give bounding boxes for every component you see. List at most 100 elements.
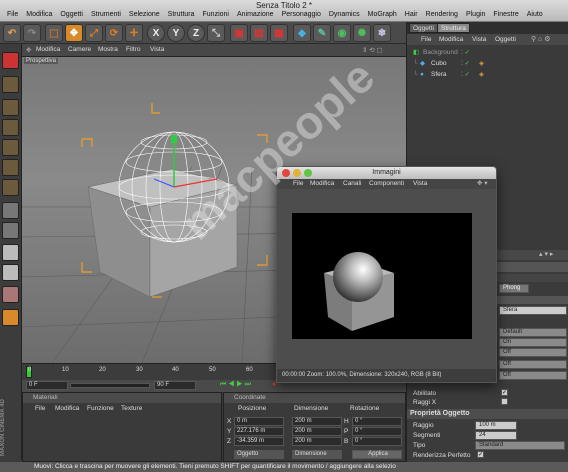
size-x-field[interactable]: 200 m — [292, 417, 342, 426]
rotation-b-field[interactable]: 0 ° — [352, 437, 402, 446]
zoom-icon[interactable] — [304, 169, 312, 177]
segments-field[interactable]: 24 — [475, 431, 517, 440]
checker-alt-icon[interactable] — [2, 264, 19, 281]
render-view-icon[interactable]: ▣ — [230, 24, 248, 42]
visibility-dots-icon[interactable]: ⁚ ✓ — [461, 48, 470, 58]
array-icon[interactable]: ✺ — [353, 24, 371, 42]
object-name-field[interactable]: Sfera — [499, 306, 567, 315]
viewport-menu-filtro[interactable]: Filtro — [126, 46, 140, 53]
size-y-field[interactable]: 200 m — [292, 427, 342, 436]
menu-file[interactable]: File — [4, 11, 23, 18]
menu-animazione[interactable]: Animazione — [234, 11, 279, 18]
menu-struttura[interactable]: Struttura — [165, 11, 200, 18]
tab-phong[interactable]: Phong — [499, 284, 529, 293]
material-tag-icon[interactable]: ◈ — [479, 59, 484, 69]
snap-icon[interactable] — [2, 286, 19, 303]
menu-strumenti[interactable]: Strumenti — [88, 11, 126, 18]
viewport-menu-camere[interactable]: Camere — [68, 46, 91, 53]
rotate-tool-icon[interactable]: ⟳ — [105, 24, 123, 42]
tweak-mode-icon[interactable] — [2, 222, 19, 239]
points-mode-icon[interactable] — [2, 139, 19, 156]
pv-menu-canali[interactable]: Canali — [343, 179, 361, 189]
search-icon[interactable]: ⚲ ⌂ ⚙ — [531, 35, 551, 43]
cube-object-icon[interactable]: ◆ — [293, 24, 311, 42]
pv-menu-file[interactable]: File — [293, 179, 303, 189]
enable-axis-icon[interactable] — [2, 202, 19, 219]
size-z-field[interactable]: 200 m — [292, 437, 342, 446]
material-tag-icon[interactable]: ◈ — [479, 70, 484, 80]
undo-icon[interactable]: ↶ — [3, 24, 21, 42]
attribute-nav-icons[interactable]: ▴ ▾ ▸ — [539, 250, 553, 258]
menu-oggetti[interactable]: Oggetti — [57, 11, 88, 18]
type-dropdown[interactable]: Standard — [475, 441, 565, 450]
pv-menu-vista[interactable]: Vista — [413, 179, 427, 189]
objmenu-vista[interactable]: Vista — [472, 36, 486, 43]
workplane-icon[interactable] — [2, 309, 19, 326]
pv-menu-modifica[interactable]: Modifica — [310, 179, 334, 189]
menu-modifica[interactable]: Modifica — [23, 11, 57, 18]
display-color-dropdown[interactable]: Off — [499, 360, 567, 369]
size-mode-dropdown[interactable]: Dimensione — [292, 450, 342, 459]
minimize-icon[interactable] — [293, 169, 301, 177]
viewport-control-icons[interactable]: ⇕ ⟲ ▢ — [362, 46, 383, 54]
polygons-mode-icon[interactable] — [2, 179, 19, 196]
nurbs-icon[interactable]: ◉ — [333, 24, 351, 42]
axis-y-button[interactable]: Y — [167, 24, 185, 42]
position-y-field[interactable]: 227.176 m — [234, 427, 284, 436]
objmenu-oggetti[interactable]: Oggetti — [495, 36, 516, 43]
render-perfect-checkbox[interactable]: ✓ — [477, 451, 484, 458]
menu-funzioni[interactable]: Funzioni — [200, 11, 234, 18]
coord-mode-dropdown[interactable]: Oggetto — [234, 450, 284, 459]
object-mode-icon[interactable] — [2, 99, 19, 116]
editor-visible-dropdown[interactable]: On — [499, 338, 567, 347]
objmenu-file[interactable]: File — [421, 36, 431, 43]
menu-finestre[interactable]: Finestre — [490, 11, 523, 18]
pv-menu-componenti[interactable]: Componenti — [369, 179, 404, 189]
tab-struttura[interactable]: Struttura — [437, 23, 470, 33]
axis-z-button[interactable]: Z — [187, 24, 205, 42]
checker-icon[interactable] — [2, 244, 19, 261]
playback-controls-icon[interactable]: ⏮ ◀ ▶ ⏭ — [220, 381, 251, 389]
tab-oggetti[interactable]: Oggetti — [409, 23, 438, 33]
menu-hair[interactable]: Hair — [402, 11, 423, 18]
materials-menu-modifica[interactable]: Modifica — [55, 405, 79, 412]
object-row-cube[interactable]: └ ◆ Cubo ⁚ ✓ ◈ — [407, 59, 568, 69]
apply-button[interactable]: Applica — [352, 450, 402, 459]
editable-object-icon[interactable] — [2, 52, 19, 69]
scale-tool-icon[interactable]: ⤢ — [85, 24, 103, 42]
layer-dropdown[interactable]: Default — [499, 328, 567, 337]
menu-selezione[interactable]: Selezione — [126, 11, 165, 18]
viewport-menu-mostra[interactable]: Mostra — [98, 46, 118, 53]
render-visible-dropdown[interactable]: Off — [499, 348, 567, 357]
object-row-background[interactable]: ◧ Background ⁚ ✓ — [407, 48, 568, 58]
end-frame-field[interactable]: 90 F — [154, 381, 196, 390]
objmenu-modifica[interactable]: Modifica — [439, 36, 463, 43]
select-tool-icon[interactable]: ⬚ — [45, 24, 63, 42]
edges-mode-icon[interactable] — [2, 159, 19, 176]
render-picture-viewer-icon[interactable]: ▤ — [250, 24, 268, 42]
position-z-field[interactable]: -34.359 m — [234, 437, 284, 446]
menu-rendering[interactable]: Rendering — [423, 11, 463, 18]
position-x-field[interactable]: 0 m — [234, 417, 284, 426]
transform-tool-icon[interactable]: ✛ — [125, 24, 143, 42]
rotation-h-field[interactable]: 0 ° — [352, 417, 402, 426]
start-frame-field[interactable]: 0 F — [26, 381, 68, 390]
redo-icon[interactable]: ↷ — [23, 24, 41, 42]
materials-menu-funzione[interactable]: Funzione — [87, 405, 114, 412]
materials-menu-texture[interactable]: Texture — [121, 405, 142, 412]
picture-viewer-title-bar[interactable]: Immagini — [277, 167, 496, 179]
viewport-menu-modifica[interactable]: Modifica — [36, 46, 60, 53]
spline-tool-icon[interactable]: ✎ — [313, 24, 331, 42]
viewport-menu-vista[interactable]: Vista — [150, 46, 164, 53]
menu-plugin[interactable]: Plugin — [463, 11, 490, 18]
visibility-dots-icon[interactable]: ⁚ ✓ — [461, 70, 470, 80]
visibility-dots-icon[interactable]: ⁚ ✓ — [461, 59, 470, 69]
color-dropdown[interactable]: Off — [499, 371, 567, 380]
deformer-icon[interactable]: ❄ — [373, 24, 391, 42]
materials-menu-file[interactable]: File — [35, 405, 45, 412]
close-icon[interactable] — [282, 169, 290, 177]
render-settings-icon[interactable]: ▦ — [270, 24, 288, 42]
texture-mode-icon[interactable] — [2, 119, 19, 136]
axis-x-button[interactable]: X — [147, 24, 165, 42]
rotation-p-field[interactable]: 0 ° — [352, 427, 402, 436]
